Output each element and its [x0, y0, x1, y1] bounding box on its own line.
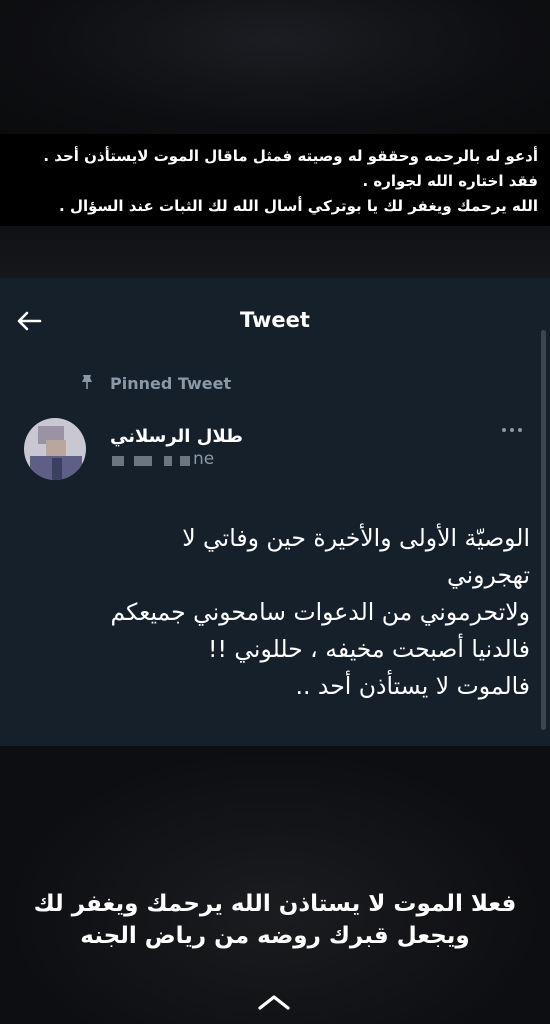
author-handle[interactable]: ne [193, 449, 214, 469]
avatar[interactable] [24, 418, 86, 480]
story-divider-band [0, 226, 550, 278]
tweet-line: فالموت لا يستأذن أحد .. [295, 672, 531, 700]
caption-top-line: فقد اختاره الله لجواره . [362, 172, 538, 190]
caption-bottom-line: ويجعل قبرك روضه من رياض الجنه [80, 923, 470, 949]
tweet-header-title: Tweet [240, 308, 310, 332]
story-caption-top: أدعو له بالرحمه وحققو له وصيته فمثل ماقا… [0, 134, 550, 226]
caption-top-line: أدعو له بالرحمه وحققو له وصيته فمثل ماقا… [43, 147, 538, 165]
caption-top-line: الله يرحمك ويغفر لك يا بوتركي أسال الله … [59, 197, 538, 215]
author-display-name[interactable]: طلال الرسلاني [110, 426, 264, 447]
tweet-line: الوصيّة الأولى والأخيرة حين وفاتي لا [182, 524, 530, 552]
pin-icon [82, 375, 92, 389]
tweet-text: الوصيّة الأولى والأخيرة حين وفاتي لا تهج… [10, 520, 530, 705]
story-background-bottom [0, 746, 550, 1024]
story-caption-bottom: فعلا الموت لا يستاذن الله يرحمك ويغفر لك… [0, 888, 550, 952]
scrollbar[interactable] [541, 330, 546, 730]
pinned-tweet-label: Pinned Tweet [110, 374, 232, 393]
handle-blurred [112, 452, 192, 470]
story-background-top [0, 0, 550, 134]
tweet-line: فالدنيا أصبحت مخيفه ، حللوني !! [208, 635, 530, 663]
caption-bottom-line: فعلا الموت لا يستاذن الله يرحمك ويغفر لك [33, 891, 517, 917]
chevron-up-icon[interactable] [256, 992, 292, 1012]
more-horizontal-icon[interactable] [500, 424, 524, 436]
tweet-line: ولاتحرموني من الدعوات سامحوني جميعكم [110, 598, 530, 626]
tweet-line: تهجروني [447, 561, 530, 589]
